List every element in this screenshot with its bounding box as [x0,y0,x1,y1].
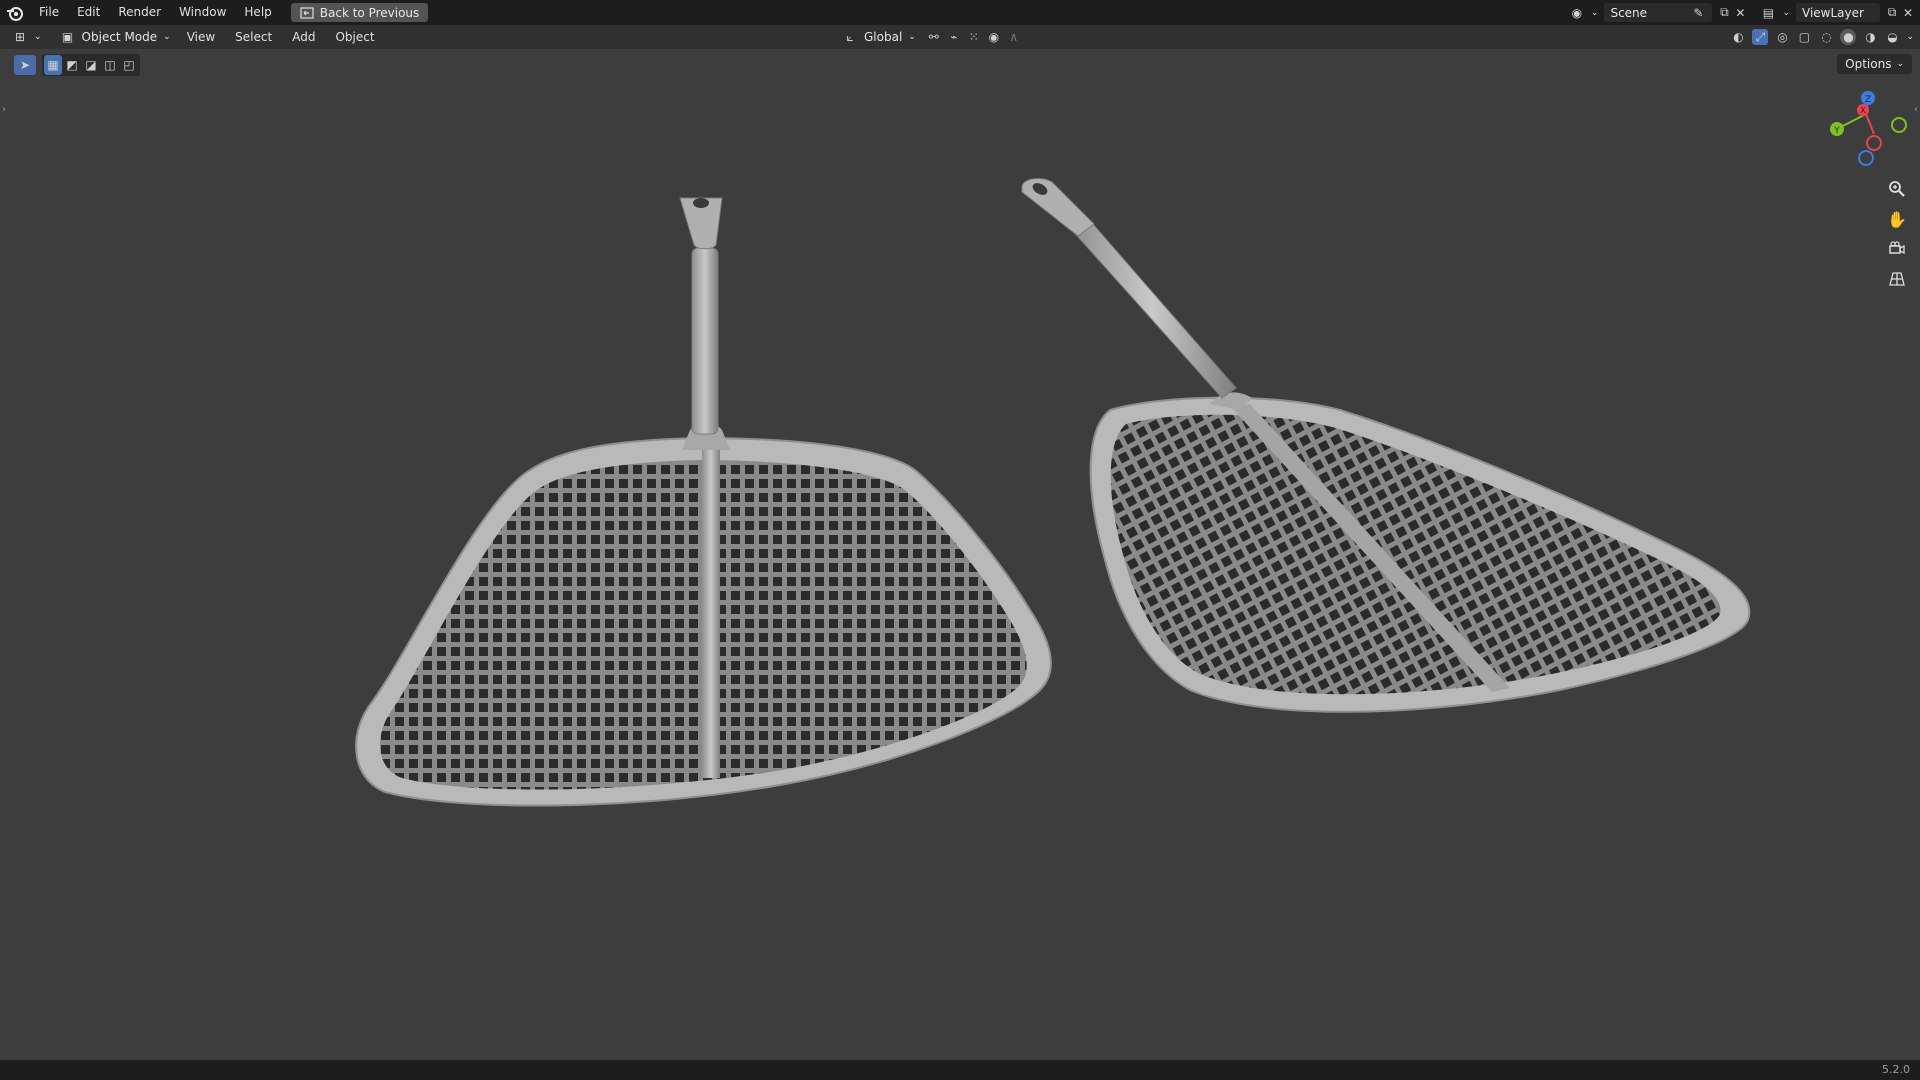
wireframe-shading-icon[interactable]: ◌ [1818,29,1834,45]
select-invert-button[interactable]: ◫ [101,55,119,75]
zoom-button[interactable] [1884,176,1910,202]
orientation-icon: ⟀ [846,29,854,44]
menu-view[interactable]: View [177,25,225,49]
menu-object[interactable]: Object [325,25,384,49]
blender-logo-icon[interactable] [6,4,24,22]
material-shading-icon[interactable]: ◑ [1862,29,1878,45]
select-new-icon: ▦ [47,58,59,72]
status-bar: 5.2.0 [0,1060,1920,1080]
zoom-icon [1889,181,1905,197]
overlay-toggle-icon[interactable]: ◎ [1774,29,1790,45]
menu-help[interactable]: Help [235,0,280,25]
snap-toggle-icon[interactable]: ⌁ [946,29,962,45]
top-bar: File Edit Render Window Help Back to Pre… [0,0,1920,25]
camera-icon [1889,241,1905,255]
swatter-right-mesh [1021,178,1751,713]
editor-type-button[interactable]: ⊞ ⌄ [6,27,48,47]
falloff-icon[interactable]: ∧ [1006,29,1022,45]
menu-render[interactable]: Render [109,0,170,25]
select-tool-button[interactable]: ➤ [14,55,36,75]
select-new-button[interactable]: ▦ [44,55,62,75]
pivot-point-icon[interactable]: ⚯ [926,29,942,45]
select-invert-icon: ◫ [104,58,116,72]
view-layer-type-dropdown[interactable]: ▤ ⌄ [1758,3,1792,22]
tool-settings-row: ➤ ▦ ◩ ◪ ◫ ◰ [14,54,140,76]
view-layer-icon: ▤ [1762,5,1775,20]
options-label: Options [1845,57,1892,71]
chevron-down-icon: ⌄ [1896,59,1904,69]
gizmo-neg-x-axis[interactable] [1866,135,1882,151]
select-extend-icon: ◩ [66,58,78,72]
object-mode-label: Object Mode [81,30,158,44]
scene-field[interactable]: Scene ✎ [1604,3,1713,22]
transform-orientation-label: Global [864,30,903,44]
visibility-icon[interactable]: ◐ [1730,29,1746,45]
transform-tools: ⟀ Global ⌄ ⚯ ⌁ ⁙ ◉ ∧ [836,25,1022,49]
gizmo-neg-y-axis[interactable] [1891,117,1907,133]
select-intersect-icon: ◰ [123,58,135,72]
chevron-down-icon: ⌄ [163,32,171,42]
navigation-gizmo[interactable]: Z Y X [1826,88,1918,168]
select-intersect-button[interactable]: ◰ [120,55,138,75]
pin-icon[interactable]: ✎ [1690,5,1706,21]
menu-window[interactable]: Window [170,0,235,25]
grid-perspective-icon [1889,272,1905,286]
scene-name: Scene [1610,5,1648,20]
view-layer-field[interactable]: ViewLayer [1796,3,1880,22]
close-scene-icon[interactable]: ✕ [1732,5,1748,21]
transform-orientation-dropdown[interactable]: ⟀ Global ⌄ [836,27,922,47]
cursor-arrow-icon: ➤ [19,58,31,72]
navigation-tools: ✋ [1884,176,1910,292]
xray-toggle-icon[interactable]: ▢ [1796,29,1812,45]
back-to-previous-button[interactable]: Back to Previous [290,3,429,22]
shading-options-chevron-icon[interactable]: ⌄ [1906,32,1914,42]
select-subtract-icon: ◪ [85,58,97,72]
menu-select[interactable]: Select [225,25,282,49]
gizmo-y-label: Y [1833,126,1840,136]
object-mode-dropdown[interactable]: ▣ Object Mode ⌄ [53,27,177,47]
scene-icon: ◉ [1571,5,1583,20]
viewport-header: ⊞ ⌄ ▣ Object Mode ⌄ View Select Add Objec… [0,25,1920,49]
viewport-canvas[interactable] [0,0,1920,1080]
camera-view-button[interactable] [1884,236,1910,262]
gizmo-neg-z-axis[interactable] [1858,150,1874,166]
chevron-down-icon: ⌄ [908,32,916,42]
back-to-previous-label: Back to Previous [319,5,420,20]
view-layer-name: ViewLayer [1802,5,1864,20]
toolbar-expand-icon[interactable]: › [2,104,6,115]
options-dropdown[interactable]: Options ⌄ [1837,54,1912,74]
new-scene-icon[interactable]: ⧉ [1716,5,1732,21]
solid-shading-icon[interactable]: ● [1840,29,1857,45]
gizmo-z-label: Z [1865,95,1871,105]
menu-file[interactable]: File [30,0,68,25]
top-right-controls: ◉ ⌄ Scene ✎ ⧉ ✕ ▤ ⌄ ViewLayer ⧉ ✕ [1567,0,1920,25]
scene-type-dropdown[interactable]: ◉ ⌄ [1567,3,1601,22]
gizmo-x-label: X [1860,106,1866,115]
select-subtract-button[interactable]: ◪ [82,55,100,75]
gizmo-toggle-icon[interactable]: ⤢ [1752,29,1769,45]
viewport-display-tools: ◐ ⤢ ◎ ▢ ◌ ● ◑ ◒ ⌄ [1730,25,1914,49]
menu-edit[interactable]: Edit [68,0,109,25]
snap-target-icon[interactable]: ⁙ [966,29,982,45]
pan-button[interactable]: ✋ [1884,206,1910,232]
proportional-edit-icon[interactable]: ◉ [986,29,1002,45]
menu-add[interactable]: Add [282,25,325,49]
editor-type-icon: ⊞ [14,30,26,44]
version-label: 5.2.0 [1882,1063,1910,1076]
hand-icon: ✋ [1887,209,1907,229]
object-mode-icon: ▣ [61,30,74,44]
selection-mode-group: ▦ ◩ ◪ ◫ ◰ [42,54,140,76]
close-view-layer-icon[interactable]: ✕ [1900,5,1916,21]
select-extend-button[interactable]: ◩ [63,55,81,75]
back-icon [300,6,314,19]
new-view-layer-icon[interactable]: ⧉ [1884,5,1900,21]
swatter-left-mesh [355,197,1052,807]
rendered-shading-icon[interactable]: ◒ [1884,29,1900,45]
perspective-toggle-button[interactable] [1884,266,1910,292]
